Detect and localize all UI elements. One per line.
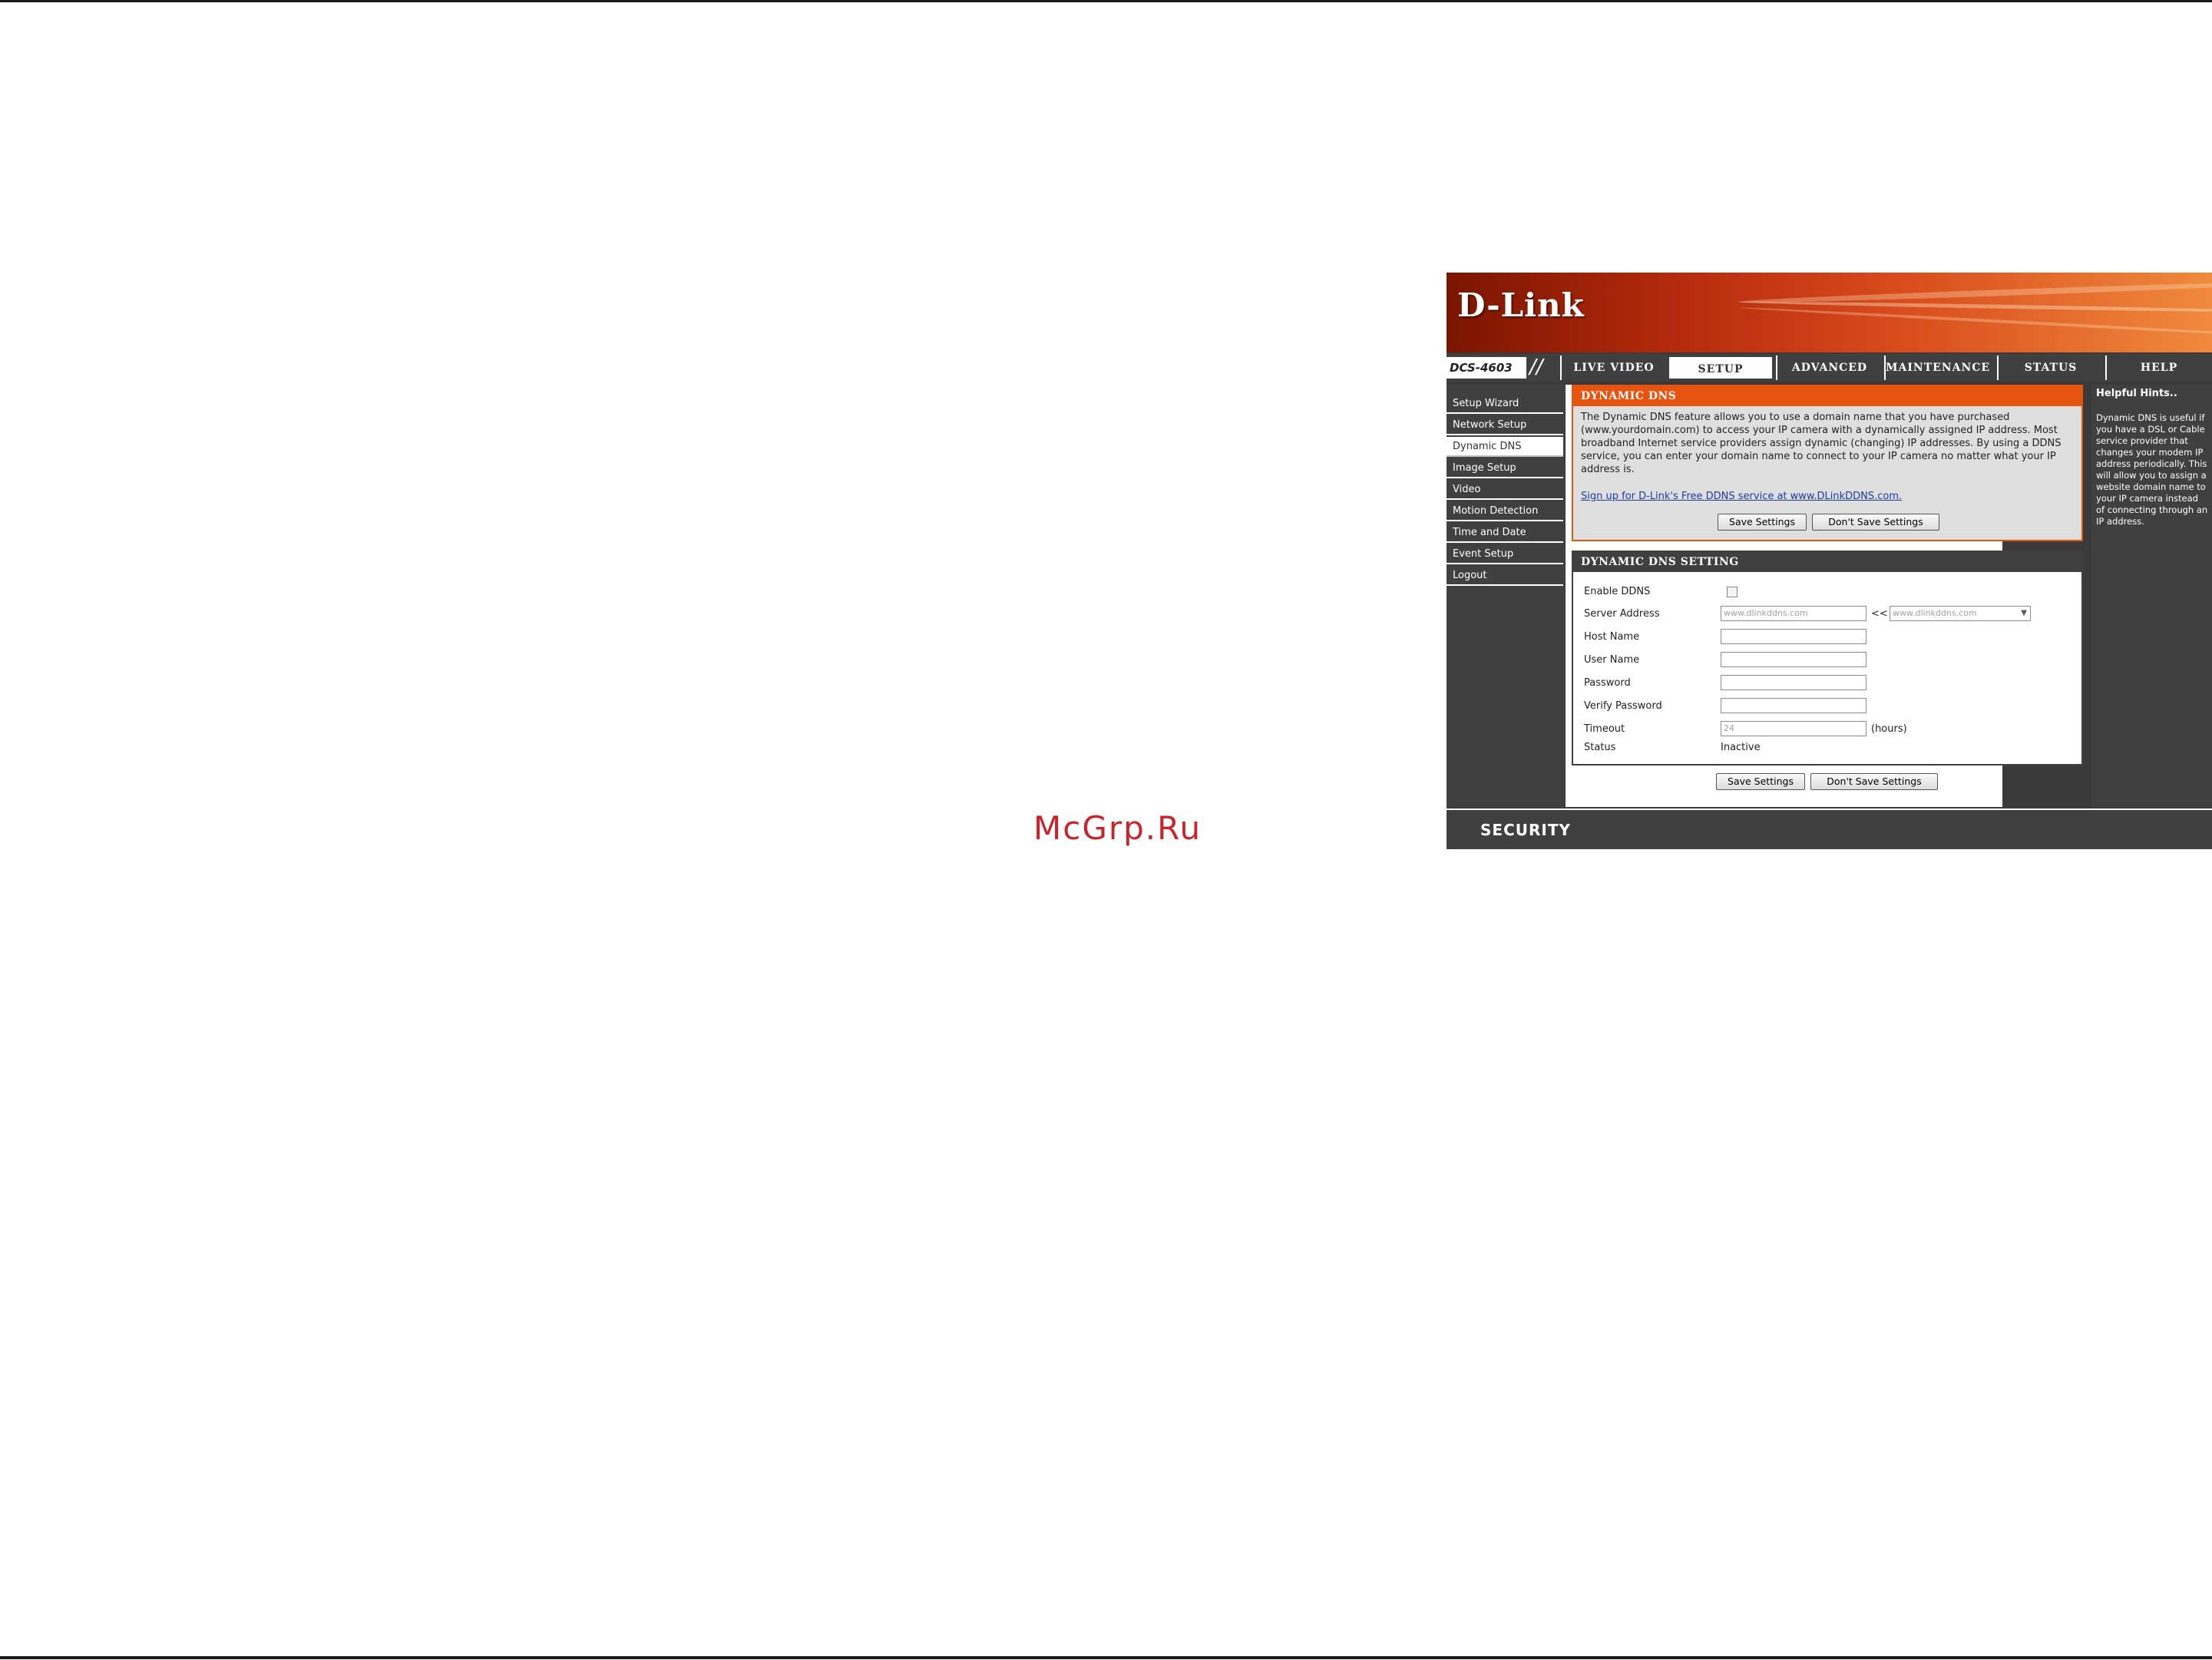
bottom-rule xyxy=(0,1656,2212,1659)
enable-ddns-checkbox[interactable] xyxy=(1727,587,1738,597)
tab-advanced[interactable]: ADVANCED xyxy=(1776,355,1882,380)
hints-body: Dynamic DNS is useful if you have a DSL … xyxy=(2096,412,2208,527)
hints-title: Helpful Hints.. xyxy=(2096,388,2177,399)
ddns-signup-link[interactable]: Sign up for D-Link's Free DDNS service a… xyxy=(1581,491,1902,502)
server-address-input[interactable]: www.dlinkddns.com xyxy=(1721,606,1866,621)
dlink-logo: D-Link xyxy=(1457,286,1585,324)
sidebar: Setup Wizard Network Setup Dynamic DNS I… xyxy=(1447,385,1565,807)
status-label: Status xyxy=(1584,742,1616,753)
timeout-label: Timeout xyxy=(1584,723,1625,735)
sidebar-item-network-setup[interactable]: Network Setup xyxy=(1447,415,1563,435)
server-address-select[interactable]: www.dlinkddns.com ▼ xyxy=(1890,606,2031,621)
user-name-label: User Name xyxy=(1584,654,1640,666)
sidebar-item-motion-detection[interactable]: Motion Detection xyxy=(1447,501,1563,521)
sidebar-item-image-setup[interactable]: Image Setup xyxy=(1447,458,1563,478)
status-value: Inactive xyxy=(1721,742,1761,753)
verify-password-input[interactable] xyxy=(1721,698,1866,713)
verify-password-label: Verify Password xyxy=(1584,700,1662,712)
panel-title: DYNAMIC DNS xyxy=(1573,386,2081,406)
sidebar-item-setup-wizard[interactable]: Setup Wizard xyxy=(1447,394,1563,414)
sidebar-item-event-setup[interactable]: Event Setup xyxy=(1447,544,1563,564)
tab-status[interactable]: STATUS xyxy=(1997,355,2103,380)
slashes-icon: // xyxy=(1529,355,1543,379)
model-label: DCS-4603 xyxy=(1447,357,1526,379)
password-label: Password xyxy=(1584,677,1631,689)
footer-bar: SECURITY xyxy=(1447,809,2212,849)
dynamic-dns-panel: DYNAMIC DNS The Dynamic DNS feature allo… xyxy=(1572,385,2083,541)
timeout-input[interactable]: 24 xyxy=(1721,721,1866,736)
user-name-input[interactable] xyxy=(1721,652,1866,667)
password-input[interactable] xyxy=(1721,675,1866,690)
sidebar-item-video[interactable]: Video xyxy=(1447,480,1563,500)
chevron-down-icon: ▼ xyxy=(2021,609,2027,617)
host-name-input[interactable] xyxy=(1721,629,1866,644)
panel-title: DYNAMIC DNS SETTING xyxy=(1573,552,2081,572)
banner-swoosh xyxy=(1738,306,2212,338)
sidebar-item-logout[interactable]: Logout xyxy=(1447,566,1563,586)
ddns-setting-panel: DYNAMIC DNS SETTING Enable DDNS Server A… xyxy=(1572,551,2083,766)
top-nav: DCS-4603 // LIVE VIDEO SETUP ADVANCED MA… xyxy=(1447,354,2212,382)
tab-setup[interactable]: SETUP xyxy=(1668,355,1774,380)
timeout-unit: (hours) xyxy=(1871,723,1907,735)
dlink-camera-ui: D-Link DCS-4603 // LIVE VIDEO SETUP ADVA… xyxy=(1447,273,2212,849)
dont-save-settings-button[interactable]: Don't Save Settings xyxy=(1810,773,1938,790)
main-content: DYNAMIC DNS The Dynamic DNS feature allo… xyxy=(1566,385,2083,807)
sidebar-item-dynamic-dns[interactable]: Dynamic DNS xyxy=(1447,437,1563,457)
server-copy-arrows: << xyxy=(1871,608,1888,620)
server-address-label: Server Address xyxy=(1584,608,1660,620)
dont-save-settings-button[interactable]: Don't Save Settings xyxy=(1812,514,1939,531)
save-settings-button[interactable]: Save Settings xyxy=(1716,773,1805,790)
header-banner: D-Link xyxy=(1447,273,2212,352)
tab-live-video[interactable]: LIVE VIDEO xyxy=(1560,355,1666,380)
enable-ddns-label: Enable DDNS xyxy=(1584,586,1651,597)
tab-help[interactable]: HELP xyxy=(2105,355,2211,380)
ddns-description: The Dynamic DNS feature allows you to us… xyxy=(1581,412,2062,475)
helpful-hints-panel: Helpful Hints.. Dynamic DNS is useful if… xyxy=(2091,385,2212,807)
server-select-value: www.dlinkddns.com xyxy=(1893,608,1977,618)
watermark: McGrp.Ru xyxy=(1033,809,1202,847)
save-settings-button[interactable]: Save Settings xyxy=(1718,514,1807,531)
sidebar-item-time-and-date[interactable]: Time and Date xyxy=(1447,523,1563,543)
host-name-label: Host Name xyxy=(1584,631,1640,643)
footer-security: SECURITY xyxy=(1480,821,1571,839)
top-rule xyxy=(0,0,2212,2)
tab-maintenance[interactable]: MAINTENANCE xyxy=(1884,355,1990,380)
